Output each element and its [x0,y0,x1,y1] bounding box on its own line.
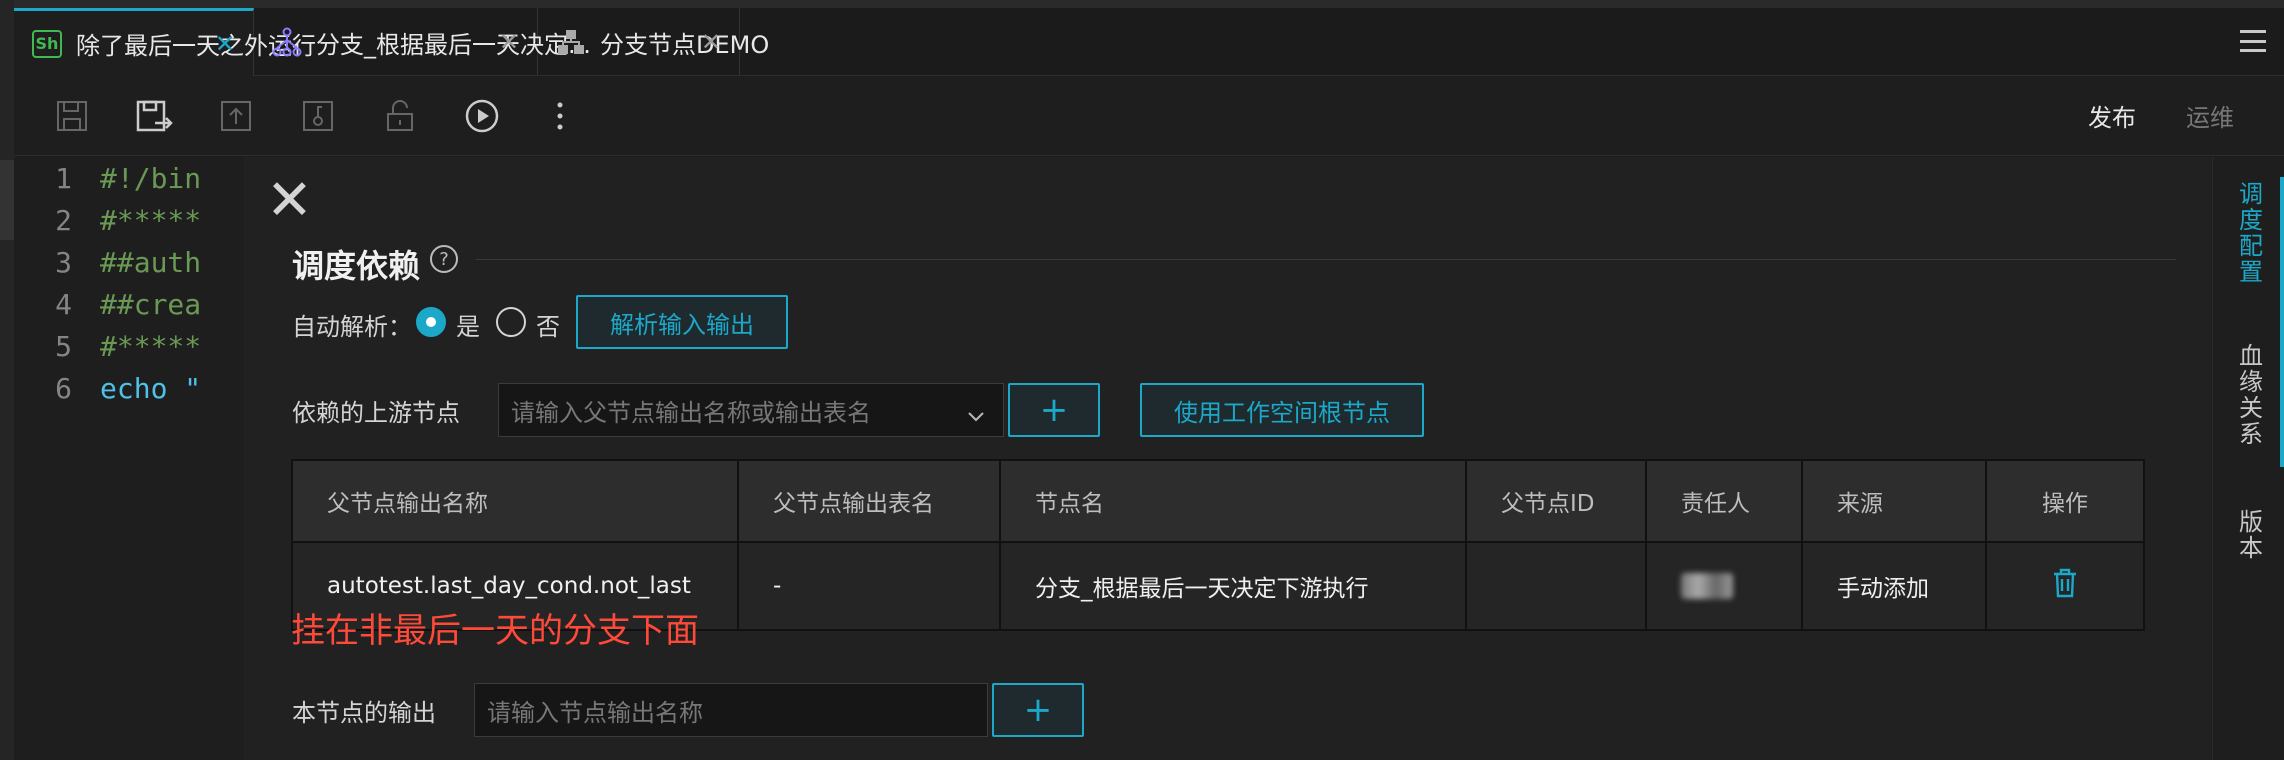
schedule-config-panel: ✕ 调度依赖 ? 自动解析： 是 否 解析输入输出 依赖的上游节点 请输入父节点… [244,157,2211,760]
output-input[interactable]: 请输入节点输出名称 [474,683,988,737]
tab-branch-node[interactable]: 分支_根据最后一天决定... ✕ [254,8,591,76]
branch-node-icon [272,27,302,57]
header-actions: 操作 [2042,491,2088,517]
table-header-row: 父节点输出名称 父节点输出表名 节点名 父节点ID 责任人 来源 操作 [293,461,2143,541]
code-line: 1 #!/bin [55,161,202,195]
save-icon[interactable] [52,96,92,136]
steal-lock-icon[interactable] [298,96,338,136]
upstream-label: 依赖的上游节点 [292,399,460,427]
submit-icon[interactable] [216,96,256,136]
code-editor[interactable]: 1 #!/bin 2 #***** 3 ##auth 4 ##crea 5 #***** … [14,157,244,760]
code-line: 5 #***** [55,329,202,363]
cell-actions [1987,543,2143,629]
parse-io-button[interactable]: 解析输入输出 [576,295,788,349]
header-output-table: 父节点输出表名 [739,461,1001,541]
sidebar-item-lineage[interactable]: 血缘关系 [2213,343,2284,447]
radio-yes[interactable] [416,307,446,337]
add-upstream-button[interactable]: + [1008,383,1100,437]
unlock-icon[interactable] [380,96,420,136]
cell-node-name: 分支_根据最后一天决定下游执行 [1001,543,1467,629]
toolbar: 发布 运维 [14,76,2284,156]
radio-no[interactable] [496,307,526,337]
tab-bar: Sh 除了最后一天之外运行 ✕ 分支_根据最后一天决定... ✕ 分支节点DEM… [14,8,2284,76]
close-panel-icon[interactable]: ✕ [266,173,313,229]
output-label: 本节点的输出 [292,699,436,727]
radio-yes-label: 是 [456,313,480,341]
radio-no-label: 否 [536,313,560,341]
output-placeholder: 请输入节点输出名称 [487,698,703,727]
add-output-button[interactable]: + [992,683,1084,737]
section-title: 调度依赖 [292,247,421,285]
right-sidebar: 调度配置 血缘关系 版本 [2212,157,2284,760]
run-icon[interactable] [462,96,502,136]
header-owner: 责任人 [1647,461,1803,541]
code-line: 2 #***** [55,203,202,237]
gutter-scroll-marker [0,160,14,240]
close-icon[interactable]: ✕ [215,32,235,56]
code-line: 4 ##crea [55,287,202,321]
cell-owner [1647,543,1803,629]
cell-output-table: - [739,543,1001,629]
tab-label: 分支节点DEMO [600,30,770,59]
cell-node-id [1467,543,1647,629]
hamburger-menu-icon[interactable] [2240,30,2266,52]
trash-icon[interactable] [2051,567,2079,605]
tab-workflow-demo[interactable]: 分支节点DEMO ✕ [538,8,769,76]
sidebar-item-schedule-config[interactable]: 调度配置 [2213,181,2284,285]
save-as-icon[interactable] [134,96,174,136]
help-icon[interactable]: ? [430,245,458,273]
header-node-id: 父节点ID [1467,461,1647,541]
code-line: 6 echo " [55,371,202,405]
close-icon[interactable]: ✕ [701,30,721,54]
shell-script-icon: Sh [32,29,62,58]
workspace-root-button[interactable]: 使用工作空间根节点 [1140,383,1424,437]
window-top-strip [0,0,2284,8]
ops-button[interactable]: 运维 [2186,98,2234,133]
code-line: 3 ##auth [55,245,202,279]
more-options-icon[interactable] [540,96,580,136]
left-edge [0,0,14,760]
header-node-name: 节点名 [1001,461,1467,541]
workflow-icon [556,27,586,57]
section-divider [476,259,2176,260]
red-annotation: 挂在非最后一天的分支下面 [291,611,699,651]
header-source: 来源 [1803,461,1987,541]
cell-source: 手动添加 [1803,543,1987,629]
chevron-down-icon[interactable] [967,402,985,430]
publish-button[interactable]: 发布 [2088,98,2136,133]
upstream-placeholder: 请输入父节点输出名称或输出表名 [511,398,871,427]
sidebar-item-version[interactable]: 版本 [2213,509,2284,561]
tab-shell-node[interactable]: Sh 除了最后一天之外运行 ✕ [14,8,316,76]
header-output-name: 父节点输出名称 [293,461,739,541]
close-icon[interactable]: ✕ [499,30,519,54]
owner-avatar [1681,573,1733,599]
upstream-input[interactable]: 请输入父节点输出名称或输出表名 [498,383,1004,437]
auto-parse-label: 自动解析： [292,313,412,341]
